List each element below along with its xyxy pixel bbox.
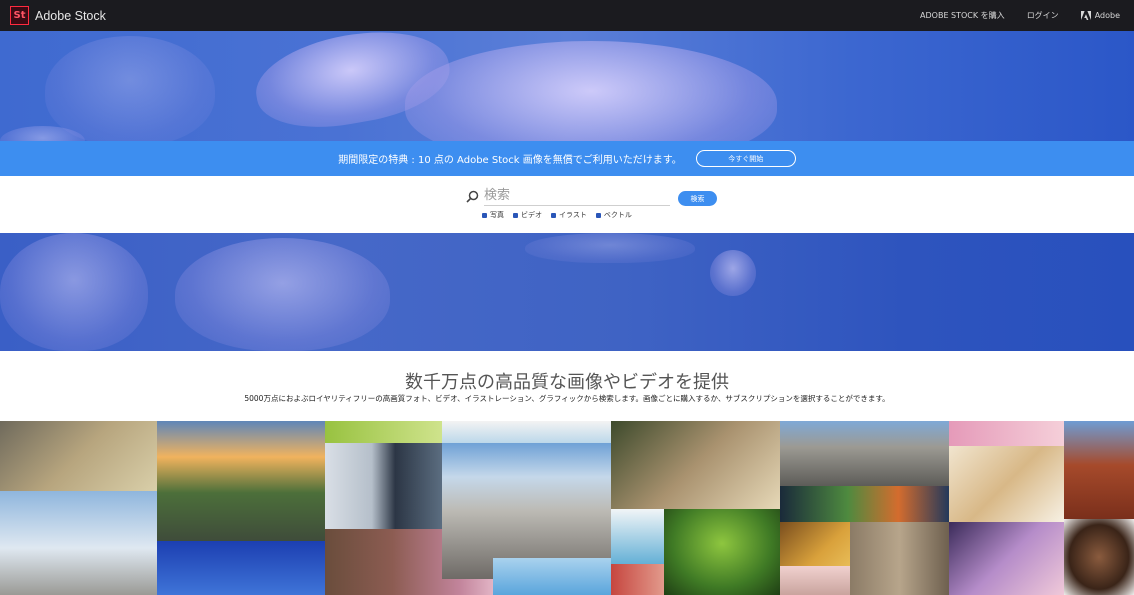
brand-name[interactable]: Adobe Stock — [35, 9, 106, 23]
photo-tile-smiling-woman[interactable] — [1064, 519, 1134, 595]
subheadline: 5000万点におよぶロイヤリティフリーの高画質フォト、ビデオ、イラストレーション… — [244, 394, 890, 403]
image-mosaic — [0, 421, 1134, 595]
adobe-stock-logo[interactable]: St — [10, 6, 29, 25]
jellyfish-shape — [525, 233, 695, 263]
photo-tile-fireworks[interactable] — [780, 486, 949, 522]
photo-tile-surfer[interactable] — [611, 509, 664, 564]
adobe-icon — [1080, 11, 1091, 20]
photo-tile-wood-brush[interactable] — [850, 522, 949, 595]
jellyfish-shape — [0, 233, 148, 351]
filter-illustration[interactable]: イラスト — [551, 210, 587, 220]
filter-label: ベクトル — [603, 211, 632, 219]
filter-label: イラスト — [559, 211, 587, 219]
photo-tile-red-rocks[interactable] — [1064, 421, 1134, 519]
checkbox-icon — [513, 212, 518, 218]
jellyfish-shape — [45, 36, 215, 141]
filter-label: 写真 — [490, 211, 504, 219]
photo-tile-hiker-backpack[interactable] — [0, 421, 157, 491]
adobe-link[interactable]: Adobe — [1080, 11, 1120, 20]
search-filters: 写真 ビデオ イラスト ベクトル — [482, 210, 632, 220]
photo-tile-water[interactable] — [493, 558, 611, 595]
hero-image-top — [0, 31, 1134, 141]
photo-tile-businessman[interactable] — [325, 443, 442, 529]
page: St Adobe Stock ADOBE STOCK を購入 ログイン Adob… — [0, 0, 1134, 595]
headline: 数千万点の高品質な画像やビデオを提供 — [405, 372, 729, 393]
promo-bar: 期間限定の特典 : 10 点の Adobe Stock 画像を無償でご利用いただ… — [0, 141, 1134, 176]
photo-tile-feet[interactable] — [949, 446, 1064, 522]
photo-tile-sunset-rock[interactable] — [157, 421, 325, 541]
photo-tile-masked-woman[interactable] — [949, 522, 1064, 595]
jellyfish-shape — [710, 250, 756, 296]
top-nav: St Adobe Stock ADOBE STOCK を購入 ログイン Adob… — [0, 0, 1134, 31]
filter-label: ビデオ — [521, 211, 542, 219]
photo-tile-woman-mountains[interactable] — [0, 491, 157, 595]
photo-tile-girl[interactable] — [780, 566, 850, 595]
photo-tile-plate[interactable] — [442, 421, 611, 443]
photo-tile-rock-hiker[interactable] — [780, 421, 949, 486]
checkbox-icon — [551, 212, 556, 218]
login-link[interactable]: ログイン — [1027, 10, 1059, 21]
filter-photo[interactable]: 写真 — [482, 210, 504, 220]
checkbox-icon — [482, 212, 487, 218]
filter-vector[interactable]: ベクトル — [595, 210, 632, 220]
buy-adobe-stock-link[interactable]: ADOBE STOCK を購入 — [920, 10, 1005, 21]
photo-tile-sky-cloud[interactable] — [157, 541, 325, 595]
adobe-label: Adobe — [1094, 11, 1120, 20]
promo-text: 期間限定の特典 : 10 点の Adobe Stock 画像を無償でご利用いただ… — [338, 155, 682, 166]
photo-tile-green-leaf[interactable] — [325, 421, 442, 443]
photo-tile-flower-woman[interactable] — [664, 509, 780, 595]
hero-image-bottom — [0, 233, 1134, 351]
search-icon — [466, 190, 479, 203]
photo-tile-pink-fabric[interactable] — [949, 421, 1064, 446]
photo-tile-red-cloth[interactable] — [611, 564, 664, 595]
search-input[interactable] — [484, 186, 670, 206]
jellyfish-shape — [175, 238, 390, 351]
checkbox-icon — [595, 212, 601, 218]
filter-video[interactable]: ビデオ — [513, 210, 542, 220]
search-button[interactable]: 検索 — [678, 191, 717, 206]
nav-right: ADOBE STOCK を購入 ログイン Adobe — [920, 0, 1120, 31]
jellyfish-shape — [405, 41, 777, 141]
start-now-button[interactable]: 今すぐ開始 — [695, 150, 796, 167]
photo-tile-boots[interactable] — [611, 421, 780, 509]
